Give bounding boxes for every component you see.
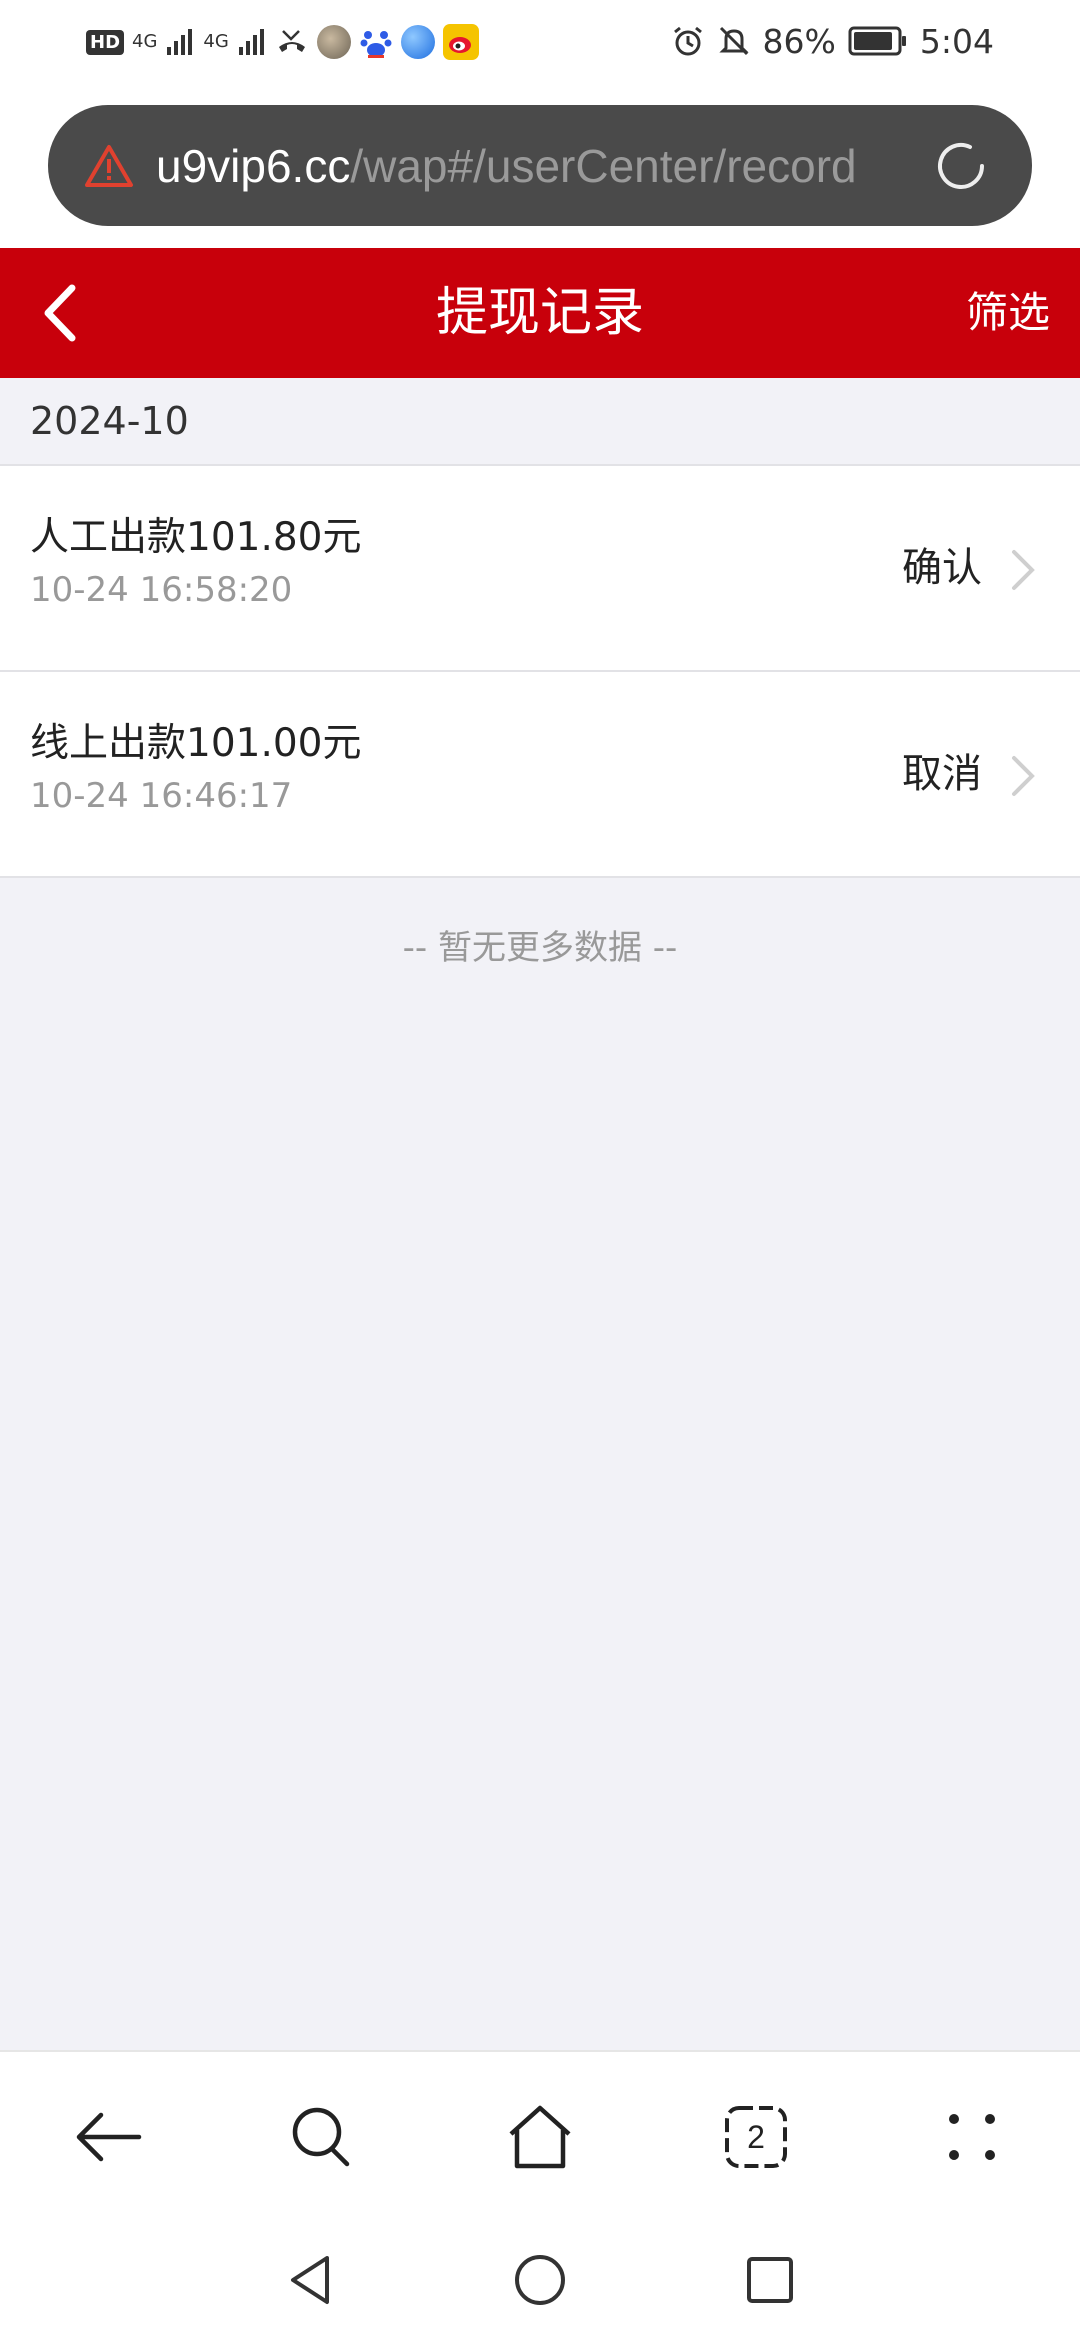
network-type-1: 4G — [132, 31, 158, 52]
warning-icon[interactable] — [84, 143, 134, 189]
no-more-data-text: -- 暂无更多数据 -- — [402, 928, 678, 968]
browser-search-button[interactable] — [272, 2087, 372, 2187]
chevron-right-icon — [1012, 550, 1035, 590]
arrow-left-icon — [76, 2112, 142, 2162]
nav-back-button[interactable] — [260, 2230, 360, 2330]
signal-icon — [238, 29, 264, 55]
status-bar: HD 4G 4G 86% 5:04 — [0, 0, 1080, 82]
filter-button[interactable]: 筛选 — [966, 248, 1050, 378]
list-item[interactable]: 线上出款101.00元 10-24 16:46:17 取消 — [0, 672, 1080, 878]
browser-app-icon — [400, 25, 435, 59]
alarm-icon — [673, 26, 702, 56]
record-title: 人工出款101.80元 — [30, 515, 362, 560]
system-nav-bar — [0, 2220, 1080, 2340]
tab-count: 2 — [747, 2119, 765, 2155]
address-bar[interactable]: u9vip6.cc/wap#/userCenter/record — [48, 105, 1032, 226]
url-domain: u9vip6.cc — [156, 139, 351, 192]
browser-home-button[interactable] — [490, 2087, 590, 2187]
record-status: 确认 — [902, 545, 982, 591]
status-right-icons: 86% 5:04 — [671, 18, 994, 64]
battery-icon — [848, 26, 906, 56]
network-type-2: 4G — [203, 31, 229, 52]
triangle-back-icon — [291, 2256, 329, 2304]
browser-url-area: u9vip6.cc/wap#/userCenter/record — [0, 82, 1080, 248]
browser-toolbar: 2 — [0, 2050, 1080, 2222]
clock-time: 5:04 — [919, 21, 994, 61]
url-path: /wap#/userCenter/record — [350, 139, 857, 192]
signal-icon — [167, 29, 193, 55]
nav-recents-button[interactable] — [720, 2230, 820, 2330]
month-label: 2024-10 — [30, 399, 189, 443]
weibo-icon — [442, 24, 479, 60]
hd-badge: HD — [86, 29, 125, 55]
status-left-icons: HD 4G 4G — [86, 22, 479, 62]
list-item[interactable]: 人工出款101.80元 10-24 16:58:20 确认 — [0, 466, 1080, 672]
nav-home-button[interactable] — [490, 2230, 590, 2330]
page-title: 提现记录 — [435, 283, 644, 343]
missed-call-icon — [278, 30, 305, 52]
circle-home-icon — [515, 2255, 565, 2305]
app-avatar-icon — [316, 25, 351, 59]
record-title: 线上出款101.00元 — [30, 721, 362, 766]
app-header: 提现记录 筛选 — [0, 248, 1080, 378]
battery-percent: 86% — [762, 21, 836, 61]
month-group-header: 2024-10 — [0, 378, 1080, 466]
baidu-icon — [360, 31, 392, 58]
browser-back-button[interactable] — [58, 2087, 158, 2187]
tabs-icon: 2 — [725, 2106, 787, 2168]
reload-icon[interactable] — [930, 135, 992, 197]
record-time: 10-24 16:58:20 — [30, 570, 293, 610]
home-icon — [509, 2105, 571, 2169]
record-time: 10-24 16:46:17 — [30, 776, 293, 816]
url-text[interactable]: u9vip6.cc/wap#/userCenter/record — [156, 105, 936, 226]
search-icon — [292, 2107, 350, 2167]
bell-off-icon — [718, 26, 749, 56]
record-status: 取消 — [902, 751, 982, 797]
square-recents-icon — [747, 2257, 793, 2303]
chevron-right-icon — [1012, 756, 1035, 796]
menu-dots-icon — [949, 2114, 995, 2160]
browser-tabs-button[interactable]: 2 — [706, 2087, 806, 2187]
browser-menu-button[interactable] — [922, 2087, 1022, 2187]
